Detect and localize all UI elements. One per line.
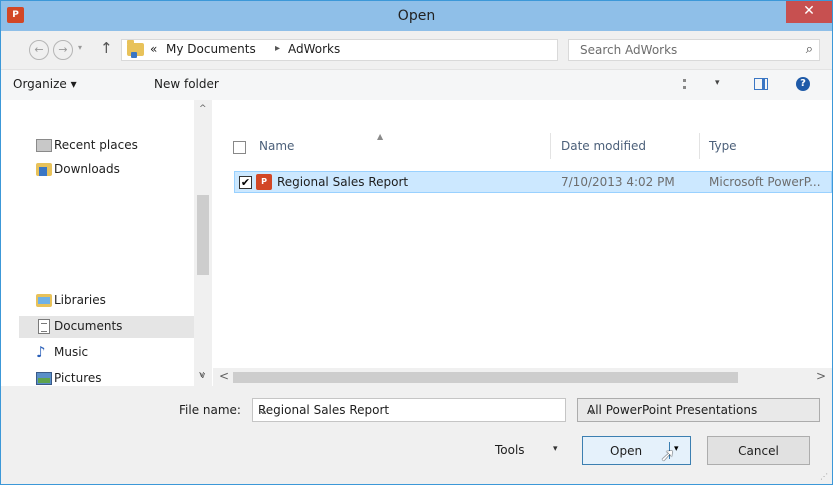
pictures-icon <box>36 372 52 385</box>
folder-icon <box>127 40 144 58</box>
scroll-right-icon[interactable]: > <box>816 369 826 383</box>
nav-item-recent-places[interactable]: Recent places <box>19 135 194 157</box>
tools-button[interactable]: Tools <box>495 443 525 457</box>
nav-item-label: Music <box>54 345 89 359</box>
breadcrumb-adworks[interactable]: AdWorks <box>288 42 340 56</box>
nav-item-downloads[interactable]: Downloads <box>19 159 194 181</box>
nav-item-label: Pictures <box>54 371 102 385</box>
organize-button[interactable]: Organize ▾ <box>13 77 77 91</box>
file-name-field[interactable]: Regional Sales Report ⌄ <box>252 398 566 422</box>
open-button-label: Open <box>610 444 643 458</box>
nav-item-label: Downloads <box>54 162 120 176</box>
navigation-scrollbar[interactable]: ^ v <box>194 100 212 386</box>
navigation-pane: Recent places Downloads Libraries Docume… <box>1 100 213 386</box>
cancel-button-label: Cancel <box>738 444 779 458</box>
up-button[interactable]: ↑ <box>100 39 113 57</box>
music-icon: ♪ <box>36 343 46 361</box>
file-list: ▲ Name Date modified Type ✔ P Regional S… <box>213 100 832 386</box>
search-icon[interactable]: ⌕ <box>806 42 813 57</box>
help-icon[interactable]: ? <box>796 77 810 91</box>
dialog-footer: File name: Regional Sales Report ⌄ All P… <box>1 386 832 484</box>
tools-dropdown-icon[interactable]: ▾ <box>553 444 558 454</box>
nav-item-label: Documents <box>54 319 123 333</box>
preview-pane-icon[interactable] <box>754 78 768 90</box>
search-input[interactable]: Search AdWorks ⌕ <box>568 39 820 61</box>
forward-button[interactable]: → <box>53 40 73 60</box>
breadcrumb-separator-icon[interactable]: ▸ <box>275 43 280 54</box>
resize-grip-icon[interactable]: ⋰ <box>820 472 828 481</box>
cancel-button[interactable]: Cancel <box>707 436 810 465</box>
scrollbar-thumb[interactable] <box>197 195 209 275</box>
scrollbar-thumb[interactable] <box>233 372 738 383</box>
file-row[interactable]: ✔ P Regional Sales Report 7/10/2013 4:02… <box>234 171 832 193</box>
nav-item-music[interactable]: ♪ Music <box>19 342 194 364</box>
file-type-dropdown-icon[interactable]: ⌄ <box>587 403 812 417</box>
downloads-folder-icon <box>36 163 52 176</box>
file-checkbox[interactable]: ✔ <box>239 176 252 189</box>
nav-item-libraries[interactable]: Libraries <box>19 290 194 312</box>
horizontal-scrollbar[interactable]: < > <box>213 368 832 386</box>
column-divider[interactable] <box>550 133 551 159</box>
search-placeholder: Search AdWorks <box>580 43 678 57</box>
address-row: ← → ▾ ↑ « My Documents ▸ AdWorks ⌄ ↻ Sea… <box>1 31 832 69</box>
file-name-dropdown-icon[interactable]: ⌄ <box>258 403 558 417</box>
file-date-modified: 7/10/2013 4:02 PM <box>561 175 675 189</box>
new-folder-button[interactable]: New folder <box>154 77 219 91</box>
column-divider[interactable] <box>699 133 700 159</box>
column-header-type[interactable]: Type <box>709 139 737 153</box>
column-header-name[interactable]: Name <box>259 139 294 153</box>
address-bar[interactable]: « My Documents ▸ AdWorks ⌄ ↻ <box>121 39 661 61</box>
recent-locations-dropdown[interactable]: ▾ <box>78 43 82 52</box>
mouse-pointer-icon: ➚ <box>660 445 676 466</box>
breadcrumb-my-documents[interactable]: My Documents <box>166 42 256 56</box>
close-button[interactable]: ✕ <box>786 1 832 23</box>
file-type-select[interactable]: All PowerPoint Presentations ⌄ <box>577 398 820 422</box>
sort-ascending-icon: ▲ <box>377 132 384 141</box>
scroll-up-icon[interactable]: ^ <box>199 104 207 114</box>
column-header-date-modified[interactable]: Date modified <box>561 139 646 153</box>
scroll-left-icon[interactable]: < <box>219 369 229 383</box>
nav-item-documents[interactable]: Documents <box>19 316 196 338</box>
change-view-icon[interactable] <box>683 79 698 89</box>
scroll-down-icon[interactable]: v <box>200 371 205 381</box>
nav-item-label: Recent places <box>54 138 138 152</box>
documents-icon <box>38 319 50 334</box>
libraries-icon <box>36 294 52 307</box>
file-name: Regional Sales Report <box>277 175 409 189</box>
view-options-dropdown[interactable]: ▾ <box>715 78 720 88</box>
window-title: Open <box>397 8 436 24</box>
nav-item-label: Libraries <box>54 293 106 307</box>
powerpoint-file-icon: P <box>256 174 272 190</box>
breadcrumb-overflow[interactable]: « <box>150 42 157 56</box>
back-button[interactable]: ← <box>29 40 49 60</box>
title-bar: P Open ✕ <box>1 1 832 31</box>
select-all-checkbox[interactable] <box>233 141 246 154</box>
file-name-label: File name: <box>179 403 241 417</box>
open-dialog: P Open ✕ ← → ▾ ↑ « My Documents ▸ AdWork… <box>0 0 833 485</box>
command-bar: Organize ▾ New folder ▾ ? <box>1 69 832 101</box>
recent-places-icon <box>36 139 52 152</box>
file-type: Microsoft PowerP... <box>709 175 821 189</box>
